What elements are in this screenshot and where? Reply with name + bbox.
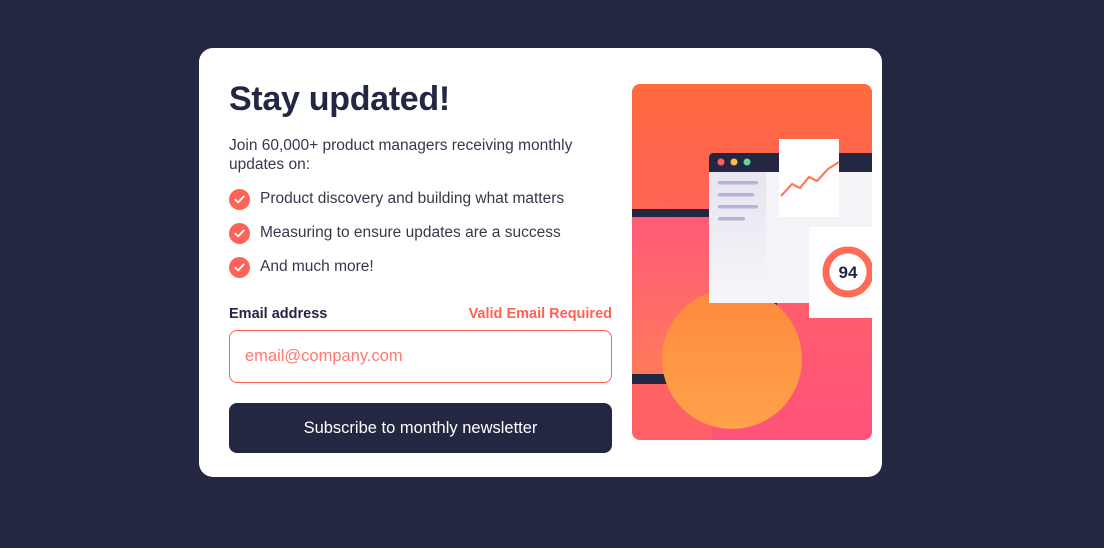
- email-error-message: Valid Email Required: [468, 306, 612, 322]
- list-item: And much more!: [229, 256, 612, 278]
- check-icon: [229, 188, 250, 210]
- check-icon: [229, 222, 250, 244]
- intro-text: Join 60,000+ product managers receiving …: [229, 137, 573, 173]
- list-item: Measuring to ensure updates are a succes…: [229, 222, 612, 244]
- dashboard-illustration: 94: [632, 84, 872, 440]
- feature-text: Product discovery and building what matt…: [260, 190, 565, 207]
- feature-text: And much more!: [260, 258, 374, 275]
- list-item: Product discovery and building what matt…: [229, 188, 612, 210]
- illustration-graphic: 94: [632, 139, 872, 440]
- email-field-header: Email address Valid Email Required: [229, 304, 612, 324]
- check-icon: [229, 256, 250, 278]
- signup-content: Stay updated! Join 60,000+ product manag…: [229, 78, 612, 453]
- email-input[interactable]: [229, 330, 612, 383]
- page-title: Stay updated!: [229, 80, 450, 118]
- feature-text: Measuring to ensure updates are a succes…: [260, 224, 561, 241]
- email-label: Email address: [229, 306, 328, 322]
- newsletter-card: Stay updated! Join 60,000+ product manag…: [199, 48, 882, 477]
- score-value: 94: [839, 263, 858, 282]
- subscribe-button[interactable]: Subscribe to monthly newsletter: [229, 403, 612, 453]
- feature-list: Product discovery and building what matt…: [229, 188, 612, 278]
